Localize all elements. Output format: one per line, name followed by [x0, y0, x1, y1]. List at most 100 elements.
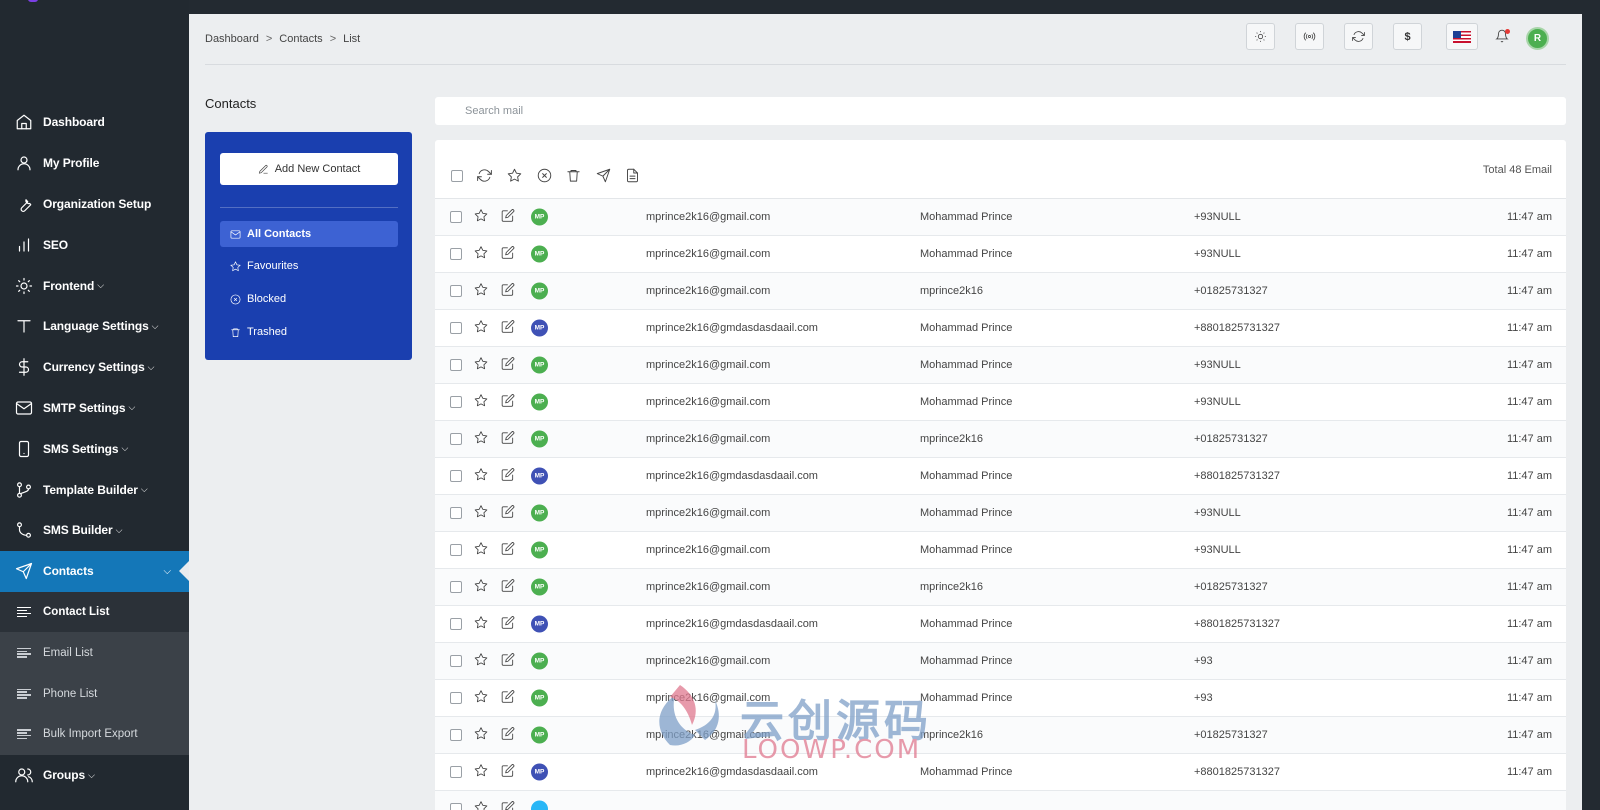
broadcast-button[interactable] [1295, 23, 1324, 50]
sidebar-subitem-email-list[interactable]: Email List [0, 632, 189, 674]
table-row[interactable]: MP mprince2k16@gmdasdasdaail.com Mohammad … [435, 310, 1566, 347]
table-row[interactable]: MP mprince2k16@gmdasdasdaail.com Mohammad … [435, 754, 1566, 791]
sidebar-item-sms-settings[interactable]: SMS Settings ⌵ [0, 428, 189, 469]
breadcrumb-contacts[interactable]: Contacts [279, 33, 322, 45]
edit-icon[interactable] [501, 505, 515, 522]
sidebar-item-language-settings[interactable]: Language Settings ⌵ [0, 306, 189, 347]
filter-favourites[interactable]: Favourites [220, 253, 398, 279]
edit-icon[interactable] [501, 690, 515, 707]
star-icon[interactable] [474, 579, 488, 596]
refresh-list-button[interactable] [476, 167, 493, 184]
sidebar-item-currency-settings[interactable]: Currency Settings ⌵ [0, 347, 189, 388]
search-input[interactable] [435, 97, 1566, 125]
edit-icon[interactable] [501, 616, 515, 633]
sidebar-item-organization-setup[interactable]: Organization Setup [0, 184, 189, 225]
user-avatar[interactable]: R [1526, 27, 1549, 50]
row-checkbox[interactable] [450, 692, 462, 704]
add-new-contact-button[interactable]: Add New Contact [220, 153, 398, 185]
row-checkbox[interactable] [450, 359, 462, 371]
table-row[interactable]: MP mprince2k16@gmail.com Mohammad Prince +9… [435, 236, 1566, 273]
edit-icon[interactable] [501, 320, 515, 337]
edit-icon[interactable] [501, 246, 515, 263]
sidebar-item-template-builder[interactable]: Template Builder ⌵ [0, 469, 189, 510]
star-icon[interactable] [474, 727, 488, 744]
edit-icon[interactable] [501, 542, 515, 559]
star-icon[interactable] [474, 505, 488, 522]
edit-icon[interactable] [501, 579, 515, 596]
row-checkbox[interactable] [450, 396, 462, 408]
theme-toggle-button[interactable] [1246, 23, 1275, 50]
star-icon[interactable] [474, 468, 488, 485]
row-checkbox[interactable] [450, 507, 462, 519]
edit-icon[interactable] [501, 764, 515, 781]
table-row[interactable]: MP mprince2k16@gmdasdasdaail.com Mohammad … [435, 606, 1566, 643]
sidebar-item-seo[interactable]: SEO [0, 224, 189, 265]
edit-icon[interactable] [501, 283, 515, 300]
sidebar-subitem-phone-list[interactable]: Phone List [0, 673, 189, 714]
sidebar-item-sms-builder[interactable]: SMS Builder ⌵ [0, 510, 189, 551]
row-checkbox[interactable] [450, 285, 462, 297]
filter-all-contacts[interactable]: All Contacts [220, 221, 398, 247]
table-row[interactable]: MP mprince2k16@gmail.com Mohammad Prince +9… [435, 495, 1566, 532]
star-icon[interactable] [474, 542, 488, 559]
notification-button[interactable] [1495, 29, 1511, 45]
edit-icon[interactable] [501, 801, 515, 810]
star-icon[interactable] [474, 431, 488, 448]
filter-blocked[interactable]: Blocked [220, 286, 398, 312]
edit-icon[interactable] [501, 468, 515, 485]
table-row[interactable]: MP mprince2k16@gmail.com Mohammad Prince +9… [435, 680, 1566, 717]
sidebar-subitem-bulk-import-export[interactable]: Bulk Import Export [0, 713, 189, 755]
star-icon[interactable] [474, 653, 488, 670]
edit-icon[interactable] [501, 727, 515, 744]
send-button[interactable] [595, 167, 612, 184]
breadcrumb-dashboard[interactable]: Dashboard [205, 33, 259, 45]
table-row[interactable]: MP mprince2k16@gmdasdasdaail.com Mohammad … [435, 458, 1566, 495]
table-row[interactable] [435, 791, 1566, 810]
row-checkbox[interactable] [450, 544, 462, 556]
sidebar-subitem-contact-list[interactable]: Contact List [0, 591, 189, 633]
row-checkbox[interactable] [450, 655, 462, 667]
table-row[interactable]: MP mprince2k16@gmail.com Mohammad Prince +9… [435, 643, 1566, 680]
table-row[interactable]: MP mprince2k16@gmail.com mprince2k16 +01825… [435, 569, 1566, 606]
refresh-cache-button[interactable] [1344, 23, 1373, 50]
currency-button[interactable]: $ [1393, 23, 1422, 50]
table-row[interactable]: MP mprince2k16@gmail.com mprince2k16 +01825… [435, 273, 1566, 310]
edit-icon[interactable] [501, 653, 515, 670]
row-checkbox[interactable] [450, 729, 462, 741]
star-icon[interactable] [474, 764, 488, 781]
row-checkbox[interactable] [450, 211, 462, 223]
star-icon[interactable] [474, 690, 488, 707]
sidebar-item-dashboard[interactable]: Dashboard [0, 102, 189, 143]
row-checkbox[interactable] [450, 322, 462, 334]
export-button[interactable] [624, 167, 641, 184]
edit-icon[interactable] [501, 357, 515, 374]
star-icon[interactable] [474, 616, 488, 633]
star-icon[interactable] [474, 209, 488, 226]
edit-icon[interactable] [501, 431, 515, 448]
language-flag-button[interactable] [1446, 23, 1478, 50]
sidebar-item-contacts[interactable]: Contacts ⌵ [0, 550, 189, 592]
row-checkbox[interactable] [450, 433, 462, 445]
trash-selected-button[interactable] [565, 167, 582, 184]
table-row[interactable]: MP mprince2k16@gmail.com mprince2k16 +01825… [435, 717, 1566, 754]
filter-trashed[interactable]: Trashed [220, 319, 398, 345]
row-checkbox[interactable] [450, 766, 462, 778]
row-checkbox[interactable] [450, 248, 462, 260]
edit-icon[interactable] [501, 394, 515, 411]
sidebar-item-groups[interactable]: Groups ⌵ [0, 755, 189, 796]
table-row[interactable]: MP mprince2k16@gmail.com Mohammad Prince +9… [435, 532, 1566, 569]
table-row[interactable]: MP mprince2k16@gmail.com mprince2k16 +01825… [435, 421, 1566, 458]
sidebar-item-frontend[interactable]: Frontend ⌵ [0, 265, 189, 306]
block-selected-button[interactable] [536, 167, 553, 184]
row-checkbox[interactable] [450, 470, 462, 482]
star-icon[interactable] [474, 246, 488, 263]
row-checkbox[interactable] [450, 618, 462, 630]
sidebar-item-my-profile[interactable]: My Profile [0, 143, 189, 184]
star-icon[interactable] [474, 357, 488, 374]
star-icon[interactable] [474, 394, 488, 411]
row-checkbox[interactable] [450, 803, 462, 810]
edit-icon[interactable] [501, 209, 515, 226]
star-icon[interactable] [474, 283, 488, 300]
favourite-selected-button[interactable] [506, 167, 523, 184]
row-checkbox[interactable] [450, 581, 462, 593]
